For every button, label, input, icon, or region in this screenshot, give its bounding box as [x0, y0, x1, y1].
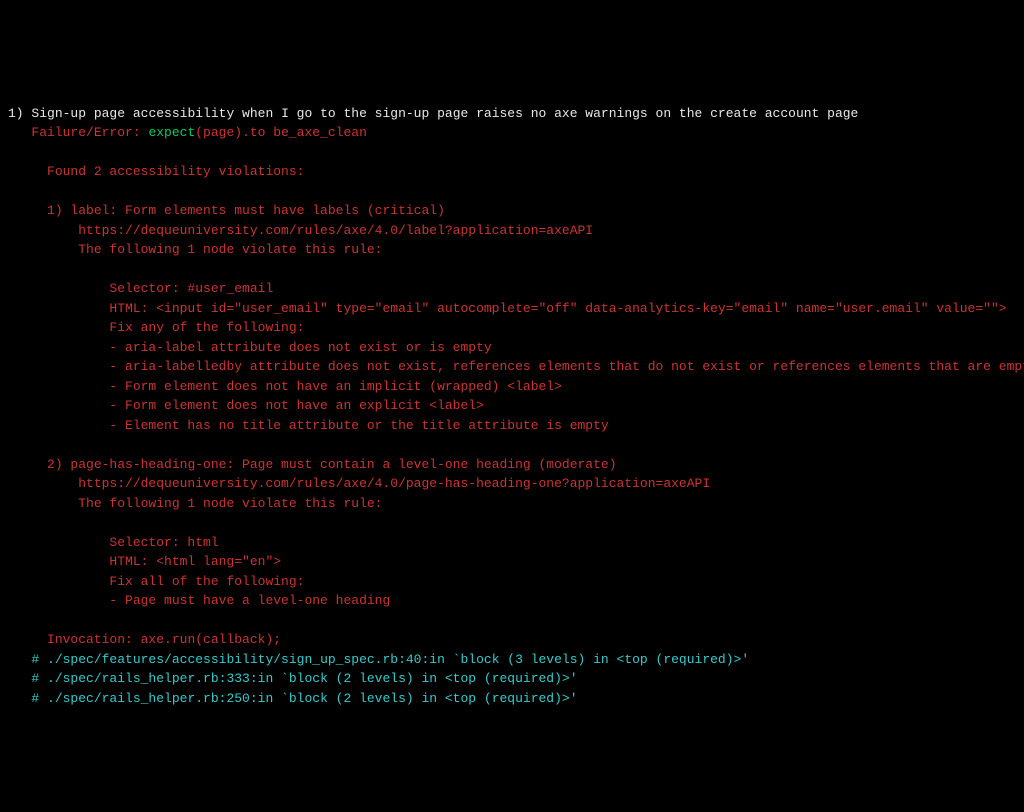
- violation-2-heading: 2) page-has-heading-one: Page must conta…: [47, 457, 617, 472]
- failure-label: Failure/Error:: [31, 125, 140, 140]
- backtrace-prefix: #: [31, 652, 39, 667]
- violation-2-html: HTML: <html lang="en">: [109, 554, 281, 569]
- violation-1-fix-4: - Form element does not have an explicit…: [109, 398, 483, 413]
- invocation-line: Invocation: axe.run(callback);: [47, 632, 281, 647]
- violation-1-url: https://dequeuniversity.com/rules/axe/4.…: [78, 223, 593, 238]
- violation-1-heading: 1) label: Form elements must have labels…: [47, 203, 445, 218]
- backtrace-3: ./spec/rails_helper.rb:250:in `block (2 …: [39, 691, 577, 706]
- failure-expr: (page).to be_axe_clean: [195, 125, 367, 140]
- violation-1-selector: Selector: #user_email: [109, 281, 273, 296]
- violation-2-fix-1: - Page must have a level-one heading: [109, 593, 390, 608]
- expect-keyword: expect: [148, 125, 195, 140]
- violations-summary: Found 2 accessibility violations:: [47, 164, 304, 179]
- backtrace-1: ./spec/features/accessibility/sign_up_sp…: [39, 652, 749, 667]
- violation-1-html: HTML: <input id="user_email" type="email…: [109, 301, 1006, 316]
- test-index: 1): [8, 106, 24, 121]
- test-title: Sign-up page accessibility when I go to …: [31, 106, 858, 121]
- violation-2-url: https://dequeuniversity.com/rules/axe/4.…: [78, 476, 710, 491]
- violation-1-fix-intro: Fix any of the following:: [109, 320, 304, 335]
- violation-2-selector: Selector: html: [109, 535, 218, 550]
- backtrace-prefix: #: [31, 691, 39, 706]
- violation-2-count: The following 1 node violate this rule:: [78, 496, 382, 511]
- violation-1-fix-5: - Element has no title attribute or the …: [109, 418, 608, 433]
- violation-1-fix-3: - Form element does not have an implicit…: [109, 379, 561, 394]
- violation-1-fix-1: - aria-label attribute does not exist or…: [109, 340, 491, 355]
- violation-1-count: The following 1 node violate this rule:: [78, 242, 382, 257]
- backtrace-prefix: #: [31, 671, 39, 686]
- backtrace-2: ./spec/rails_helper.rb:333:in `block (2 …: [39, 671, 577, 686]
- violation-2-fix-intro: Fix all of the following:: [109, 574, 304, 589]
- violation-1-fix-2: - aria-labelledby attribute does not exi…: [109, 359, 1024, 374]
- terminal-output: 1) Sign-up page accessibility when I go …: [8, 84, 1016, 708]
